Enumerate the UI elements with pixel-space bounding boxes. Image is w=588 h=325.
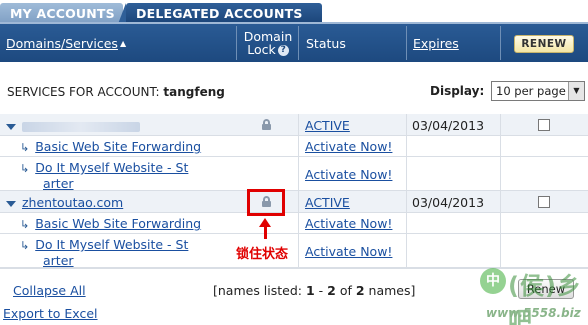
renew-checkbox[interactable] (538, 196, 550, 208)
annotation-label: 锁住状态 (236, 247, 289, 262)
sub-item-arrow-icon: ↳ (20, 239, 30, 252)
lock-icon (261, 119, 271, 130)
column-divider (500, 114, 501, 267)
column-divider (298, 114, 299, 267)
expires-sort-link[interactable]: Expires (413, 36, 459, 51)
services-for-account-text: SERVICES FOR ACCOUNT: (7, 85, 160, 99)
tab-delegated-accounts[interactable]: DELEGATED ACCOUNTS (118, 3, 322, 24)
row-name: ↳ Basic Web Site Forwarding (20, 139, 201, 154)
row-name (6, 118, 140, 133)
sub-item-arrow-icon: ↳ (20, 162, 30, 175)
names-suffix: names] (364, 283, 416, 298)
row-name: ↳ Do It Myself Website - St arter (20, 160, 188, 191)
per-page-select[interactable]: 10 per page ▼ (491, 81, 585, 101)
domain-link[interactable]: zhentoutao.com (22, 195, 123, 210)
watermark-url: www.5558.biz (486, 306, 581, 320)
service-link-continued[interactable]: arter (43, 253, 74, 268)
export-to-excel-link[interactable]: Export to Excel (3, 306, 98, 321)
status-header: Status (306, 35, 346, 51)
collapse-all-link[interactable]: Collapse All (13, 283, 86, 298)
row-name: ↳ Do It Myself Website - St arter (20, 237, 188, 268)
account-tabs: MY ACCOUNTS DELEGATED ACCOUNTS (0, 0, 588, 24)
service-link[interactable]: Basic Web Site Forwarding (35, 139, 201, 154)
renew-checkbox[interactable] (538, 119, 550, 131)
sub-item-arrow-icon: ↳ (20, 141, 30, 154)
watermark-logo: 中 (侯)乡吧 www.5558.biz (480, 262, 588, 325)
domain-lock-label-line2: Lock (247, 42, 276, 57)
expand-triangle-icon[interactable] (6, 123, 16, 130)
per-page-value: 10 per page (496, 84, 566, 98)
total-count: 2 (355, 283, 365, 298)
domain-lock-header: Domain Lock? (240, 24, 296, 62)
header-divider (500, 26, 501, 60)
sub-item-arrow-icon: ↳ (20, 218, 30, 231)
names-prefix: [names listed: (213, 283, 306, 298)
row-name: ↳ Basic Web Site Forwarding (20, 216, 201, 231)
domains-services-header[interactable]: Domains/Services ▲ (6, 24, 126, 62)
service-link[interactable]: Do It Myself Website - St (35, 160, 188, 175)
expires-date: 03/04/2013 (412, 195, 485, 210)
display-label: Display: (430, 84, 485, 98)
table-header: Domains/Services ▲ Domain Lock? Status E… (0, 24, 588, 62)
status-link[interactable]: ACTIVE (305, 118, 350, 133)
highlight-box (247, 189, 285, 216)
names-listed: [names listed: 1 - 2 of 2 names] (213, 283, 415, 298)
help-icon[interactable]: ? (277, 45, 289, 56)
header-divider (298, 26, 299, 60)
service-link-continued[interactable]: arter (43, 176, 74, 191)
expand-triangle-icon[interactable] (6, 200, 16, 207)
row-name: zhentoutao.com (6, 195, 123, 210)
range-end: 2 (327, 283, 336, 298)
column-divider (406, 114, 407, 267)
activate-now-link[interactable]: Activate Now! (305, 139, 392, 154)
header-divider (406, 26, 407, 60)
account-name: tangfeng (163, 85, 225, 99)
tab-my-accounts[interactable]: MY ACCOUNTS (0, 3, 123, 24)
range-sep: - (314, 283, 328, 298)
redacted-domain[interactable] (22, 121, 140, 132)
domain-lock-cell[interactable] (259, 119, 273, 131)
service-link[interactable]: Do It Myself Website - St (35, 237, 188, 252)
activate-now-link[interactable]: Activate Now! (305, 216, 392, 231)
range-start: 1 (305, 283, 315, 298)
activate-now-link[interactable]: Activate Now! (305, 244, 392, 259)
services-label: SERVICES FOR ACCOUNT: tangfeng (7, 85, 225, 99)
status-link[interactable]: ACTIVE (305, 195, 350, 210)
arrow-stem (264, 226, 267, 239)
services-bar: SERVICES FOR ACCOUNT: tangfeng Display: … (0, 72, 588, 110)
service-link[interactable]: Basic Web Site Forwarding (35, 216, 201, 231)
sort-up-icon: ▲ (119, 38, 127, 48)
renew-header-button[interactable]: RENEW (514, 35, 574, 53)
expires-date: 03/04/2013 (412, 118, 485, 133)
watermark-glyph: 中 (480, 268, 506, 294)
chevron-down-icon[interactable]: ▼ (568, 82, 584, 100)
of-text: of (335, 283, 356, 298)
expires-header[interactable]: Expires (413, 24, 459, 62)
header-divider (236, 26, 237, 60)
domains-services-sort-link[interactable]: Domains/Services (6, 36, 118, 51)
activate-now-link[interactable]: Activate Now! (305, 167, 392, 182)
